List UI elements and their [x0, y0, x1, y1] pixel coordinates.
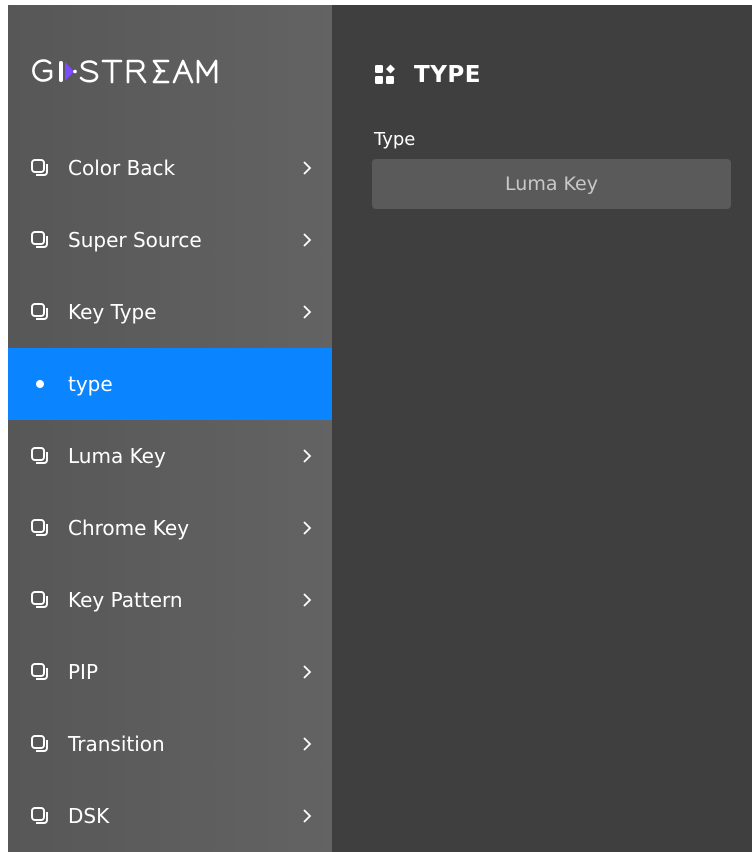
- sidebar-item-label: type: [68, 372, 113, 396]
- sidebar-menu: Color Back Super Source Key Type type Lu…: [8, 132, 332, 852]
- sidebar-item-label: Super Source: [68, 228, 202, 252]
- layers-icon: [30, 590, 50, 610]
- type-select-value: Luma Key: [505, 173, 598, 195]
- sidebar-item-luma-key[interactable]: Luma Key: [8, 420, 332, 492]
- layers-icon: [30, 446, 50, 466]
- sidebar-item-dsk[interactable]: DSK: [8, 780, 332, 852]
- page-title: TYPE: [414, 62, 481, 88]
- chevron-right-icon: [300, 737, 314, 751]
- sidebar: Color Back Super Source Key Type type Lu…: [8, 5, 332, 852]
- chevron-right-icon: [300, 305, 314, 319]
- grid-shapes-icon: [374, 64, 396, 86]
- chevron-right-icon: [300, 233, 314, 247]
- app-window: Color Back Super Source Key Type type Lu…: [8, 5, 752, 852]
- chevron-right-icon: [300, 521, 314, 535]
- sidebar-item-label: DSK: [68, 804, 110, 828]
- sidebar-item-super-source[interactable]: Super Source: [8, 204, 332, 276]
- sidebar-item-label: PIP: [68, 660, 99, 684]
- sidebar-item-label: Chrome Key: [68, 516, 190, 540]
- sidebar-item-color-back[interactable]: Color Back: [8, 132, 332, 204]
- layers-icon: [30, 806, 50, 826]
- panel-header: TYPE: [374, 62, 481, 88]
- sidebar-item-label: Key Pattern: [68, 588, 183, 612]
- gostream-logo: [30, 53, 240, 89]
- layers-icon: [30, 662, 50, 682]
- chevron-right-icon: [300, 665, 314, 679]
- sidebar-item-label: Color Back: [68, 156, 176, 180]
- main-panel: TYPE Type Luma Key: [332, 5, 752, 852]
- sidebar-item-label: Transition: [68, 732, 165, 756]
- sidebar-item-label: Luma Key: [68, 444, 166, 468]
- sidebar-item-chrome-key[interactable]: Chrome Key: [8, 492, 332, 564]
- sidebar-item-type[interactable]: type: [8, 348, 332, 420]
- sidebar-item-pip[interactable]: PIP: [8, 636, 332, 708]
- chevron-right-icon: [300, 161, 314, 175]
- sidebar-item-key-pattern[interactable]: Key Pattern: [8, 564, 332, 636]
- type-select[interactable]: Luma Key: [372, 159, 731, 209]
- sidebar-item-transition[interactable]: Transition: [8, 708, 332, 780]
- layers-icon: [30, 518, 50, 538]
- chevron-right-icon: [300, 449, 314, 463]
- dot-icon: [30, 374, 50, 394]
- type-field-label: Type: [374, 129, 416, 150]
- sidebar-item-key-type[interactable]: Key Type: [8, 276, 332, 348]
- chevron-right-icon: [300, 593, 314, 607]
- layers-icon: [30, 734, 50, 754]
- layers-icon: [30, 230, 50, 250]
- sidebar-item-label: Key Type: [68, 300, 157, 324]
- layers-icon: [30, 158, 50, 178]
- chevron-right-icon: [300, 809, 314, 823]
- layers-icon: [30, 302, 50, 322]
